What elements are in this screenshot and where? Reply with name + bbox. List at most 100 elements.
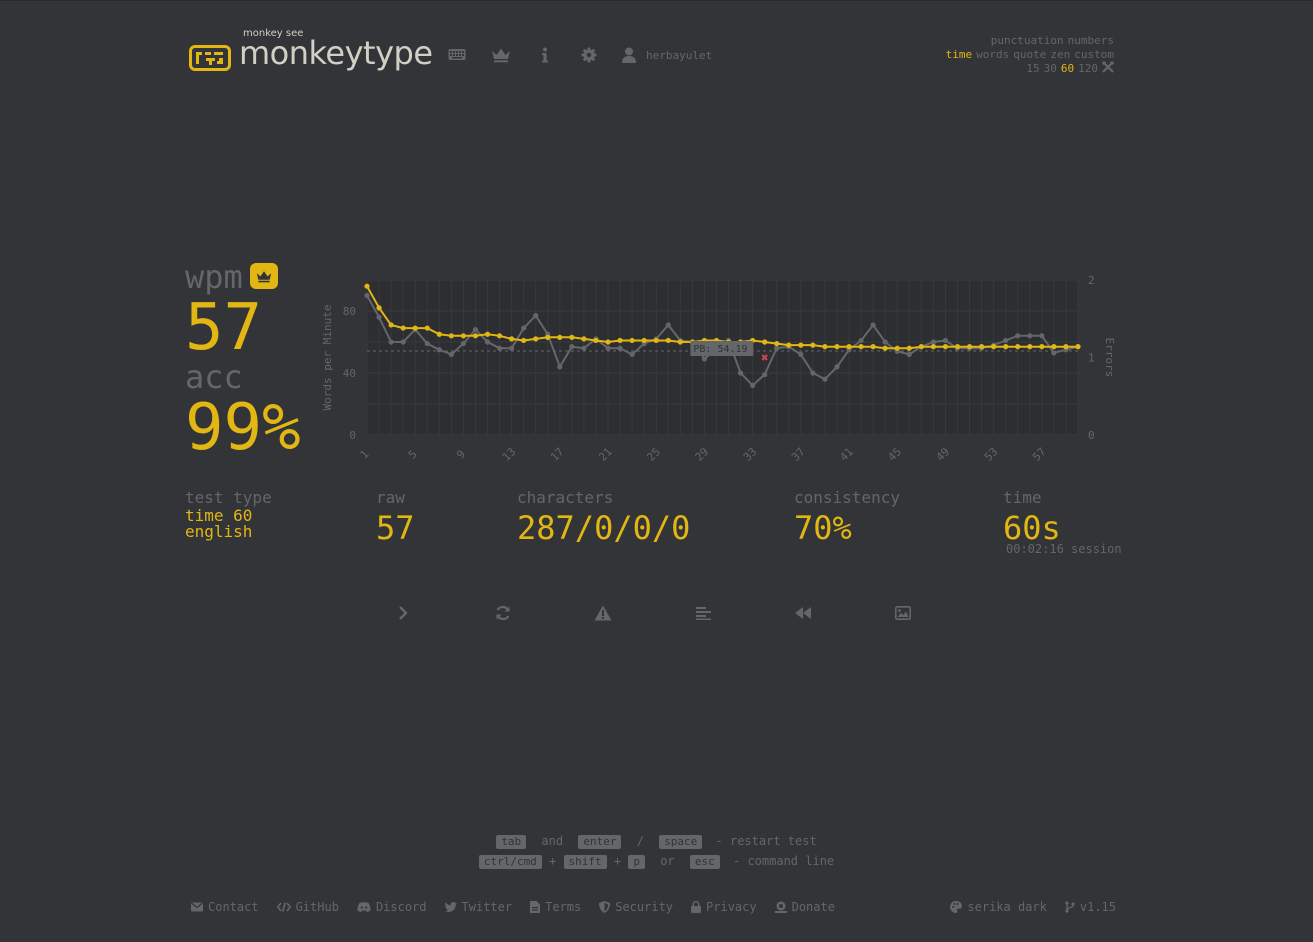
wpm-series-point: [545, 334, 551, 340]
raw-series-point: [581, 345, 587, 351]
wpm-series-point: [424, 325, 430, 331]
raw-value: 57: [376, 509, 415, 547]
footer-contact-link[interactable]: Contact: [191, 900, 259, 914]
raw-series-point: [942, 337, 949, 344]
key-enter: enter: [578, 835, 622, 849]
wpm-series-point: [834, 344, 840, 350]
wpm-series-point: [629, 337, 635, 344]
wpm-series-point: [1051, 344, 1057, 350]
wpm-series-point: [810, 342, 816, 348]
custom-tools-icon[interactable]: [1102, 61, 1114, 73]
config-punctuation[interactable]: punctuation: [991, 34, 1064, 47]
user-icon: [622, 47, 636, 63]
raw-series-point: [364, 292, 370, 299]
config-time[interactable]: time: [946, 48, 973, 61]
footer-links: Contact GitHub Discord Twitter Terms Sec…: [191, 900, 853, 914]
x-tick-label: 25: [644, 445, 663, 464]
raw-series-point: [376, 314, 382, 320]
x-tick-label: 45: [885, 445, 904, 464]
config-15[interactable]: 15: [1026, 62, 1039, 75]
raw-series-point: [1003, 337, 1009, 344]
key-ctrl-cmd: ctrl/cmd: [478, 855, 542, 869]
wpm-series-point: [521, 337, 527, 344]
test-type-stat: test type time 60 english: [185, 488, 272, 540]
crown-icon[interactable]: [490, 44, 512, 66]
wpm-series-point: [364, 283, 370, 289]
test-type-language: english: [185, 522, 253, 541]
logo[interactable]: monkey see monkeytype: [189, 28, 433, 72]
raw-series-point: [774, 345, 780, 351]
keyboard-icon[interactable]: [446, 44, 468, 66]
config-quote[interactable]: quote: [1013, 48, 1046, 61]
raw-series-point: [617, 345, 623, 351]
footer-terms-link[interactable]: Terms: [530, 900, 581, 914]
y2-tick-label: 0: [1088, 429, 1095, 442]
test-config: punctuation numbers time words quote zen cust…: [942, 34, 1114, 76]
config-60[interactable]: 60: [1061, 62, 1074, 75]
raw-series-point: [509, 345, 515, 351]
version-link[interactable]: v1.15: [1065, 900, 1116, 914]
x-tick-label: 37: [789, 445, 808, 464]
wpm-series-point: [388, 322, 394, 328]
warning-icon[interactable]: [593, 603, 613, 623]
raw-series-point: [496, 345, 503, 351]
donate-icon: [774, 901, 787, 913]
raw-series-point: [1039, 333, 1045, 339]
next-test-chevron-right-icon[interactable]: [393, 603, 413, 623]
chart-plot-area: [367, 280, 1078, 435]
wpm-series-point: [665, 337, 671, 344]
key-tab: tab: [496, 835, 527, 849]
wpm-series-point: [412, 325, 418, 331]
config-words[interactable]: words: [976, 48, 1009, 61]
wpm-series-point: [617, 337, 623, 344]
wpm-series-point: [472, 333, 479, 339]
pb-label: PB: 54.19: [693, 344, 747, 355]
y2-axis-title: Errors: [1103, 338, 1116, 378]
raw-series-point: [460, 340, 467, 347]
wpm-series-point: [991, 344, 997, 350]
restart-refresh-icon[interactable]: [493, 603, 513, 623]
raw-stat: raw 57: [376, 488, 415, 548]
replay-backward-icon[interactable]: [793, 603, 813, 623]
discord-icon: [357, 902, 371, 912]
raw-series-point: [798, 351, 804, 357]
wpm-series-point: [774, 340, 780, 347]
wpm-series-point: [906, 345, 912, 351]
raw-series-point: [629, 351, 635, 357]
theme-button[interactable]: serika dark: [950, 900, 1047, 914]
word-history-align-left-icon[interactable]: [693, 603, 713, 623]
characters-value: 287/0/0/0: [517, 509, 691, 547]
wpm-series-point: [978, 344, 985, 350]
footer-github-link[interactable]: GitHub: [276, 900, 339, 914]
config-120[interactable]: 120: [1078, 62, 1098, 75]
x-tick-label: 57: [1030, 445, 1049, 464]
top-nav: herbayulet: [446, 44, 712, 66]
footer-twitter-link[interactable]: Twitter: [444, 900, 512, 914]
gear-icon[interactable]: [578, 44, 600, 66]
raw-series-point: [737, 370, 744, 376]
config-numbers[interactable]: numbers: [1068, 34, 1114, 47]
footer-security-link[interactable]: Security: [599, 900, 673, 914]
raw-series-point: [1051, 350, 1057, 356]
account-button[interactable]: herbayulet: [622, 47, 712, 63]
wpm-series-point: [448, 333, 454, 339]
wpm-series-point: [533, 336, 539, 342]
y-tick-label: 0: [349, 429, 356, 442]
wpm-series-point: [641, 337, 647, 344]
consistency-label: consistency: [794, 488, 900, 507]
screenshot-image-icon[interactable]: [893, 603, 913, 623]
x-tick-label: 41: [837, 445, 856, 464]
raw-series-point: [701, 356, 708, 362]
config-zen[interactable]: zen: [1050, 48, 1070, 61]
config-custom[interactable]: custom: [1074, 48, 1114, 61]
hint-restart: tab and enter / space - restart test: [0, 831, 1313, 851]
footer-discord-link[interactable]: Discord: [357, 900, 427, 914]
footer-donate-link[interactable]: Donate: [774, 900, 835, 914]
info-icon[interactable]: [534, 44, 556, 66]
footer-privacy-link[interactable]: Privacy: [691, 900, 757, 914]
config-30[interactable]: 30: [1044, 62, 1057, 75]
x-tick-label: 1: [358, 448, 372, 462]
wpm-series-point: [894, 345, 900, 351]
y2-tick-label: 2: [1088, 274, 1095, 287]
raw-series-point: [569, 344, 575, 350]
